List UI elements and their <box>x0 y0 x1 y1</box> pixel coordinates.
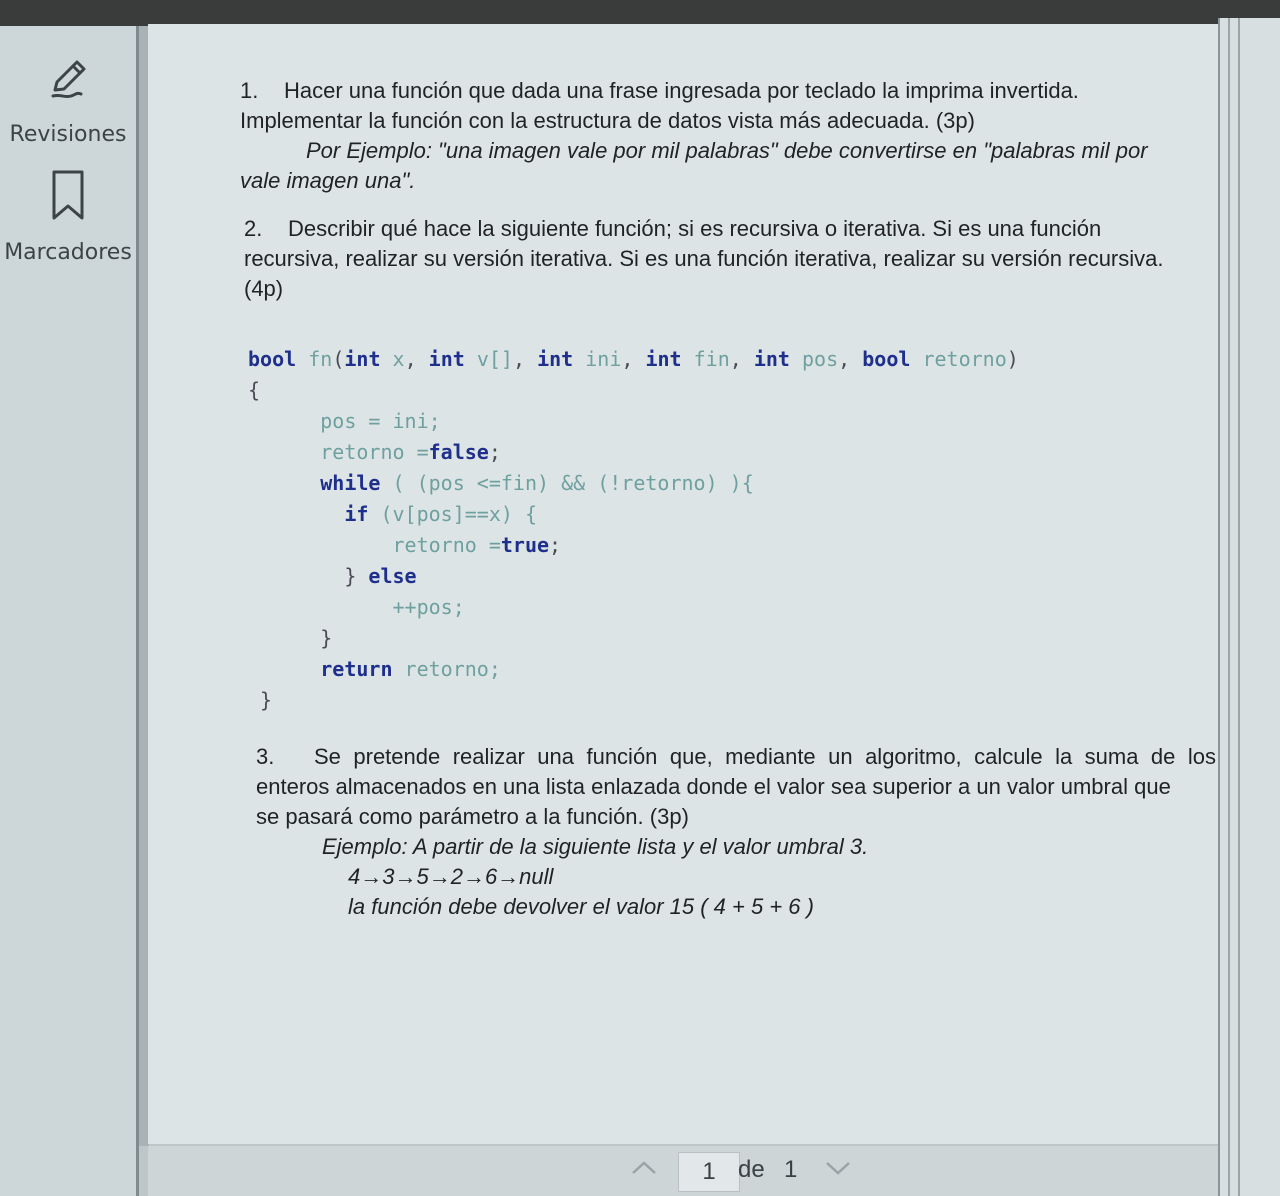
question-text: Se pretende realizar una función que, me… <box>314 744 1216 769</box>
edge-line <box>1238 18 1240 1196</box>
code-line: ++pos; <box>392 595 465 619</box>
page-of-label: de <box>738 1156 765 1183</box>
question-text: enteros almacenados en una lista enlazad… <box>256 774 1171 799</box>
current-page-input[interactable]: 1 <box>678 1152 740 1192</box>
chevron-down-icon[interactable] <box>824 1158 852 1184</box>
code-line: retorno =true; <box>392 533 562 557</box>
question-example: vale imagen una". <box>240 168 416 193</box>
question-3: 3. Se pretende realizar una función que, … <box>256 742 1216 922</box>
code-line: } <box>260 688 273 712</box>
question-text: Describir qué hace la siguiente función;… <box>288 216 1102 241</box>
code-block: bool fn(int x, int v[], int ini, int fin… <box>248 344 1019 716</box>
total-pages: 1 <box>784 1156 798 1183</box>
code-line: pos = ini; <box>320 409 441 433</box>
bookmark-icon <box>52 170 84 220</box>
question-example: Ejemplo: A partir de la siguiente lista … <box>322 834 869 859</box>
question-text: recursiva, realizar su versión iterativa… <box>244 246 1164 271</box>
code-line: while ( (pos <=fin) && (!retorno) ){ <box>320 471 754 495</box>
code-line: return retorno; <box>320 657 501 681</box>
question-2: 2. Describir qué hace la siguiente funció… <box>244 214 1204 304</box>
window-top-bar <box>0 0 1280 26</box>
page-navigator: 1 de 1 <box>148 1146 1218 1196</box>
question-1: 1. Hacer una función que dada una frase i… <box>240 76 1200 196</box>
question-number: 1. <box>240 78 259 103</box>
sidebar-item-revisiones[interactable]: Revisiones <box>0 54 136 147</box>
sidebar-item-marcadores[interactable]: Marcadores <box>0 168 136 265</box>
code-line: retorno =false; <box>320 440 501 464</box>
sidebar-item-label: Revisiones <box>9 122 127 147</box>
question-text: Implementar la función con la estructura… <box>240 108 975 133</box>
question-number: 3. <box>256 744 275 769</box>
code-line: } else <box>344 564 417 588</box>
code-line: } <box>320 626 333 650</box>
question-number: 2. <box>244 216 263 241</box>
pencil-icon <box>51 60 86 99</box>
viewer-scroll-edge <box>1218 18 1280 1196</box>
question-text: se pasará como parámetro a la función. (… <box>256 804 689 829</box>
sidebar: Revisiones Marcadores <box>0 26 139 1196</box>
code-line: { <box>248 378 261 402</box>
question-example: Por Ejemplo: "una imagen vale por mil pa… <box>306 138 1148 163</box>
question-text: (4p) <box>244 276 284 301</box>
question-text: Hacer una función que dada una frase ing… <box>284 78 1079 103</box>
sidebar-item-label: Marcadores <box>4 240 132 265</box>
question-example: 4→3→5→2→6→null <box>348 864 554 889</box>
code-line: bool fn(int x, int v[], int ini, int fin… <box>248 347 1019 371</box>
code-line: if (v[pos]==x) { <box>344 502 537 526</box>
document-page[interactable]: 1. Hacer una función que dada una frase i… <box>148 24 1218 1144</box>
edge-line <box>1228 18 1230 1196</box>
question-example: la función debe devolver el valor 15 ( 4… <box>348 894 814 919</box>
chevron-up-icon[interactable] <box>630 1158 658 1184</box>
